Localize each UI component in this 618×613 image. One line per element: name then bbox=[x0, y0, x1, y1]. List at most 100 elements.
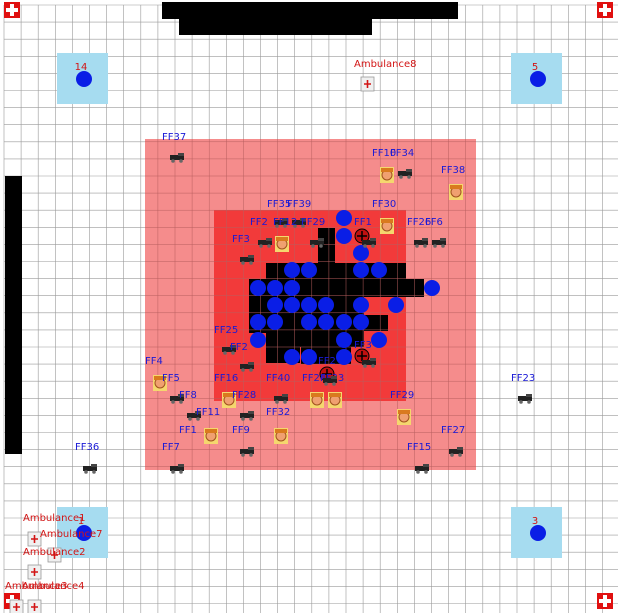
fire-truck-cab bbox=[422, 238, 428, 241]
fire-truck-wheel bbox=[371, 364, 375, 368]
fire-truck-wheel bbox=[267, 244, 271, 248]
water-drop bbox=[424, 280, 440, 296]
agent-label: FF9 bbox=[232, 425, 250, 436]
fire-truck-wheel bbox=[363, 244, 367, 248]
base-station[interactable]: 3 bbox=[511, 507, 562, 558]
agent-label: FF36 bbox=[75, 442, 99, 453]
wall bbox=[5, 176, 22, 454]
base-label: 3 bbox=[532, 516, 538, 527]
ambulance[interactable]: Ambulance2 bbox=[23, 547, 86, 580]
agent-label: FF12 bbox=[273, 217, 297, 228]
agent-label: FF30 bbox=[372, 199, 396, 210]
water-drop bbox=[353, 314, 369, 330]
fire-truck-wheel bbox=[179, 470, 183, 474]
ambulance[interactable]: Ambulance4 bbox=[22, 581, 85, 613]
hospital-cross-h bbox=[599, 8, 611, 12]
water-drop bbox=[301, 314, 317, 330]
fire-truck-wheel bbox=[423, 244, 427, 248]
fire-truck-wheel bbox=[415, 244, 419, 248]
fire-truck-cab bbox=[91, 464, 97, 467]
simulation-board[interactable]: 14 51 3 FF37FF10FF34FF38FF35FF39FF2 FF12 FF2… bbox=[0, 0, 618, 613]
water-drop bbox=[284, 297, 300, 313]
agent-label: FF6 bbox=[425, 217, 443, 228]
water-drop bbox=[336, 349, 352, 365]
water-drop bbox=[336, 314, 352, 330]
water-drop bbox=[284, 280, 300, 296]
fire-truck-wheel bbox=[450, 453, 454, 457]
agent-label: Ambulance7 bbox=[40, 529, 103, 540]
firefighter-unit[interactable]: FF23 bbox=[511, 373, 535, 404]
base-label: 14 bbox=[75, 62, 88, 73]
agent-label: FF7 bbox=[162, 442, 180, 453]
agent-label: Ambulance4 bbox=[22, 581, 85, 592]
fire-truck-wheel bbox=[416, 470, 420, 474]
fire-truck-cab bbox=[282, 394, 288, 397]
fire-truck-cab bbox=[248, 362, 254, 365]
fire-truck-wheel bbox=[241, 261, 245, 265]
fire-truck-wheel bbox=[84, 470, 88, 474]
fire-truck-wheel bbox=[241, 417, 245, 421]
agent-label: FF32 bbox=[266, 407, 290, 418]
fire-truck-wheel bbox=[249, 261, 253, 265]
hospital-icon[interactable] bbox=[4, 2, 20, 18]
water-drop bbox=[250, 314, 266, 330]
agent-label: FF2 bbox=[250, 217, 268, 228]
agent-label: FF23 bbox=[511, 373, 535, 384]
hospital-cross-h bbox=[6, 8, 18, 12]
water-drop bbox=[250, 280, 266, 296]
fire-truck-wheel bbox=[363, 364, 367, 368]
firefighter-helmet bbox=[311, 393, 323, 397]
firefighter-unit[interactable]: FF36 bbox=[75, 442, 99, 474]
fire-truck-cab bbox=[266, 238, 272, 241]
fire-truck-wheel bbox=[399, 175, 403, 179]
fire-truck-wheel bbox=[332, 382, 336, 386]
firefighter-helmet bbox=[329, 393, 341, 397]
water-drop bbox=[353, 262, 369, 278]
fire-truck-wheel bbox=[441, 244, 445, 248]
fire-truck-wheel bbox=[275, 400, 279, 404]
water-drop bbox=[301, 297, 317, 313]
fire-truck-wheel bbox=[92, 470, 96, 474]
agent-label: FF29 bbox=[301, 217, 325, 228]
fire-truck-wheel bbox=[519, 400, 523, 404]
fire-truck-cab bbox=[248, 411, 254, 414]
firefighter-helmet bbox=[276, 237, 288, 241]
base-marker bbox=[530, 525, 546, 541]
water-drop bbox=[267, 297, 283, 313]
agent-label: Ambulance8 bbox=[354, 59, 417, 70]
water-drop bbox=[336, 228, 352, 244]
agent-label: FF28 bbox=[232, 390, 256, 401]
fire-truck-wheel bbox=[433, 244, 437, 248]
water-drop bbox=[301, 349, 317, 365]
fire-truck-cab bbox=[178, 464, 184, 467]
agent-label: FF8 bbox=[179, 390, 197, 401]
fire-truck-wheel bbox=[324, 382, 328, 386]
base-station[interactable]: 5 bbox=[511, 53, 562, 104]
fire-truck-wheel bbox=[458, 453, 462, 457]
wall bbox=[162, 2, 458, 19]
water-drop bbox=[284, 262, 300, 278]
wall bbox=[179, 19, 372, 35]
fire-truck-wheel bbox=[283, 400, 287, 404]
water-drop bbox=[353, 297, 369, 313]
agent-label: FF3 bbox=[354, 340, 372, 351]
agent-label: FF25 bbox=[214, 325, 238, 336]
agent-label: FF3 bbox=[232, 234, 250, 245]
fire-truck-wheel bbox=[527, 400, 531, 404]
fire-truck-cab bbox=[318, 238, 324, 241]
water-drop bbox=[371, 332, 387, 348]
agent-label: FF39 bbox=[287, 199, 311, 210]
base-station[interactable]: 14 bbox=[57, 53, 108, 104]
hospital-icon[interactable] bbox=[597, 593, 613, 609]
fire-truck-wheel bbox=[424, 470, 428, 474]
fire-truck-wheel bbox=[259, 244, 263, 248]
fire-truck-cab bbox=[331, 376, 337, 379]
hospital-icon[interactable] bbox=[597, 2, 613, 18]
water-drop bbox=[336, 210, 352, 226]
firefighter-helmet bbox=[381, 168, 393, 172]
fire-truck-cab bbox=[457, 447, 463, 450]
agent-label: FF38 bbox=[441, 165, 465, 176]
water-drop bbox=[388, 297, 404, 313]
fire-truck-wheel bbox=[311, 244, 315, 248]
fire-truck-wheel bbox=[249, 368, 253, 372]
